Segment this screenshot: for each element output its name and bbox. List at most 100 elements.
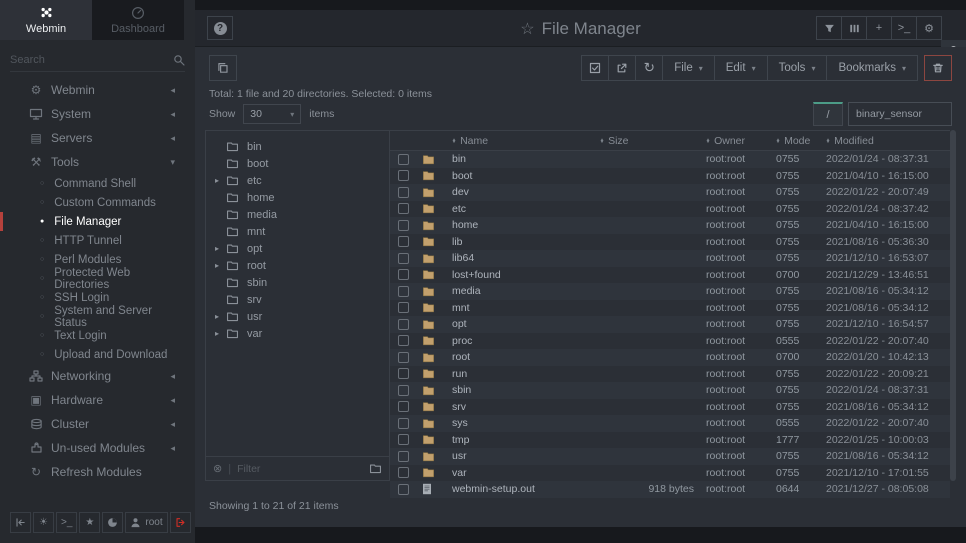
row-checkbox[interactable] — [398, 187, 409, 198]
row-checkbox[interactable] — [398, 368, 409, 379]
columns-button[interactable] — [841, 16, 867, 40]
sidebar-item-cluster[interactable]: Cluster◂ — [0, 412, 195, 436]
row-checkbox[interactable] — [398, 286, 409, 297]
usage-pie-button[interactable] — [102, 512, 123, 533]
tree-item-mnt[interactable]: mnt — [206, 223, 389, 240]
row-checkbox[interactable] — [398, 484, 409, 495]
sidebar-item-servers[interactable]: ▤Servers◂ — [0, 126, 195, 150]
page-size-select[interactable]: 30 ▾ — [243, 104, 301, 124]
table-row-lib[interactable]: libroot:root07552021/08/16 - 05:36:30 — [390, 234, 950, 251]
table-row-opt[interactable]: optroot:root07552021/12/10 - 16:54:57 — [390, 316, 950, 333]
row-checkbox[interactable] — [398, 451, 409, 462]
table-row-lib64[interactable]: lib64root:root07552021/12/10 - 16:53:07 — [390, 250, 950, 267]
row-checkbox[interactable] — [398, 302, 409, 313]
menu-edit[interactable]: Edit▾ — [714, 55, 768, 81]
tree-item-etc[interactable]: ▸etc — [206, 172, 389, 189]
tree-item-usr[interactable]: ▸usr — [206, 308, 389, 325]
column-header-mode[interactable]: ♦Mode — [776, 135, 826, 147]
sidebar-item-networking[interactable]: Networking◂ — [0, 364, 195, 388]
file-name[interactable]: bin — [452, 153, 600, 165]
filter-clear-icon[interactable]: ⊗ — [213, 462, 222, 475]
row-checkbox[interactable] — [398, 434, 409, 445]
table-row-sys[interactable]: sysroot:root05552022/01/22 - 20:07:40 — [390, 415, 950, 432]
sidebar-item-refresh-modules[interactable]: ↻Refresh Modules — [0, 460, 195, 484]
menu-tools[interactable]: Tools▾ — [767, 55, 828, 81]
sidebar-item-webmin[interactable]: ⚙Webmin◂ — [0, 78, 195, 102]
file-name[interactable]: proc — [452, 335, 600, 347]
table-row-usr[interactable]: usrroot:root07552021/08/16 - 05:34:12 — [390, 448, 950, 465]
settings-gear-button[interactable]: ⚙ — [916, 16, 942, 40]
file-name[interactable]: sbin — [452, 384, 600, 396]
file-name[interactable]: webmin-setup.out — [452, 483, 600, 495]
table-row-sbin[interactable]: sbinroot:root07552022/01/24 - 08:37:31 — [390, 382, 950, 399]
column-header-name[interactable]: ♦Name — [452, 135, 600, 147]
column-header-modified[interactable]: ♦Modified — [826, 135, 950, 147]
table-row-etc[interactable]: etcroot:root07552022/01/24 - 08:37:42 — [390, 201, 950, 218]
table-row-srv[interactable]: srvroot:root07552021/08/16 - 05:34:12 — [390, 399, 950, 416]
row-checkbox[interactable] — [398, 467, 409, 478]
table-scrollbar[interactable] — [950, 130, 956, 481]
sidebar-item-file-manager[interactable]: ●File Manager — [0, 212, 195, 231]
theme-sun-button[interactable]: ☀ — [33, 512, 54, 533]
terminal-button[interactable]: >_ — [891, 16, 917, 40]
row-checkbox[interactable] — [398, 418, 409, 429]
tree-item-var[interactable]: ▸var — [206, 325, 389, 342]
file-name[interactable]: lib64 — [452, 252, 600, 264]
file-name[interactable]: media — [452, 285, 600, 297]
table-row-webmin-setup-out[interactable]: webmin-setup.out918 bytesroot:root064420… — [390, 481, 950, 498]
sidebar-item-http-tunnel[interactable]: ○HTTP Tunnel — [0, 231, 195, 250]
row-checkbox[interactable] — [398, 236, 409, 247]
file-name[interactable]: run — [452, 368, 600, 380]
plus-button[interactable]: + — [866, 16, 892, 40]
help-button[interactable]: ? — [207, 16, 233, 40]
expand-arrow-icon[interactable]: ▸ — [215, 176, 226, 185]
file-name[interactable]: lost+found — [452, 269, 600, 281]
sidebar-item-un-used-modules[interactable]: Un-used Modules◂ — [0, 436, 195, 460]
table-row-mnt[interactable]: mntroot:root07552021/08/16 - 05:34:12 — [390, 300, 950, 317]
row-checkbox[interactable] — [398, 352, 409, 363]
file-name[interactable]: lib — [452, 236, 600, 248]
row-checkbox[interactable] — [398, 319, 409, 330]
file-name[interactable]: etc — [452, 203, 600, 215]
sidebar-item-protected-web-directories[interactable]: ○Protected Web Directories — [0, 269, 195, 288]
table-row-lost-found[interactable]: lost+foundroot:root07002021/12/29 - 13:4… — [390, 267, 950, 284]
row-checkbox[interactable] — [398, 401, 409, 412]
file-name[interactable]: usr — [452, 450, 600, 462]
clone-tab-button[interactable] — [209, 55, 237, 81]
menu-file[interactable]: File▾ — [662, 55, 715, 81]
user-button[interactable]: root — [125, 512, 167, 533]
root-path-button[interactable]: / — [813, 102, 843, 126]
table-row-media[interactable]: mediaroot:root07552021/08/16 - 05:34:12 — [390, 283, 950, 300]
table-row-bin[interactable]: binroot:root07552022/01/24 - 08:37:31 — [390, 151, 950, 168]
table-row-run[interactable]: runroot:root07552022/01/22 - 20:09:21 — [390, 366, 950, 383]
share-button[interactable] — [608, 55, 636, 81]
row-checkbox[interactable] — [398, 203, 409, 214]
row-checkbox[interactable] — [398, 253, 409, 264]
path-search-input[interactable] — [848, 102, 952, 126]
sidebar-item-tools[interactable]: ⚒Tools▾ — [0, 150, 195, 174]
table-row-boot[interactable]: bootroot:root07552021/04/10 - 16:15:00 — [390, 168, 950, 185]
menu-bookmarks[interactable]: Bookmarks▾ — [826, 55, 918, 81]
file-name[interactable]: root — [452, 351, 600, 363]
sidebar-item-system[interactable]: System◂ — [0, 102, 195, 126]
column-header-owner[interactable]: ♦Owner — [706, 135, 776, 147]
refresh-button[interactable]: ↻ — [635, 55, 663, 81]
table-row-home[interactable]: homeroot:root07552021/04/10 - 16:15:00 — [390, 217, 950, 234]
tree-filter-input[interactable] — [237, 463, 363, 475]
collapse-sidebar-button[interactable] — [10, 512, 31, 533]
file-name[interactable]: home — [452, 219, 600, 231]
expand-arrow-icon[interactable]: ▸ — [215, 244, 226, 253]
row-checkbox[interactable] — [398, 385, 409, 396]
favorites-star-button[interactable]: ★ — [79, 512, 100, 533]
select-all-button[interactable] — [581, 55, 609, 81]
table-row-tmp[interactable]: tmproot:root17772022/01/25 - 10:00:03 — [390, 432, 950, 449]
table-row-proc[interactable]: procroot:root05552022/01/22 - 20:07:40 — [390, 333, 950, 350]
expand-arrow-icon[interactable]: ▸ — [215, 329, 226, 338]
tree-item-opt[interactable]: ▸opt — [206, 240, 389, 257]
file-name[interactable]: opt — [452, 318, 600, 330]
sidebar-item-system-and-server-status[interactable]: ○System and Server Status — [0, 307, 195, 326]
file-name[interactable]: boot — [452, 170, 600, 182]
row-checkbox[interactable] — [398, 269, 409, 280]
table-row-dev[interactable]: devroot:root07552022/01/22 - 20:07:49 — [390, 184, 950, 201]
file-name[interactable]: dev — [452, 186, 600, 198]
